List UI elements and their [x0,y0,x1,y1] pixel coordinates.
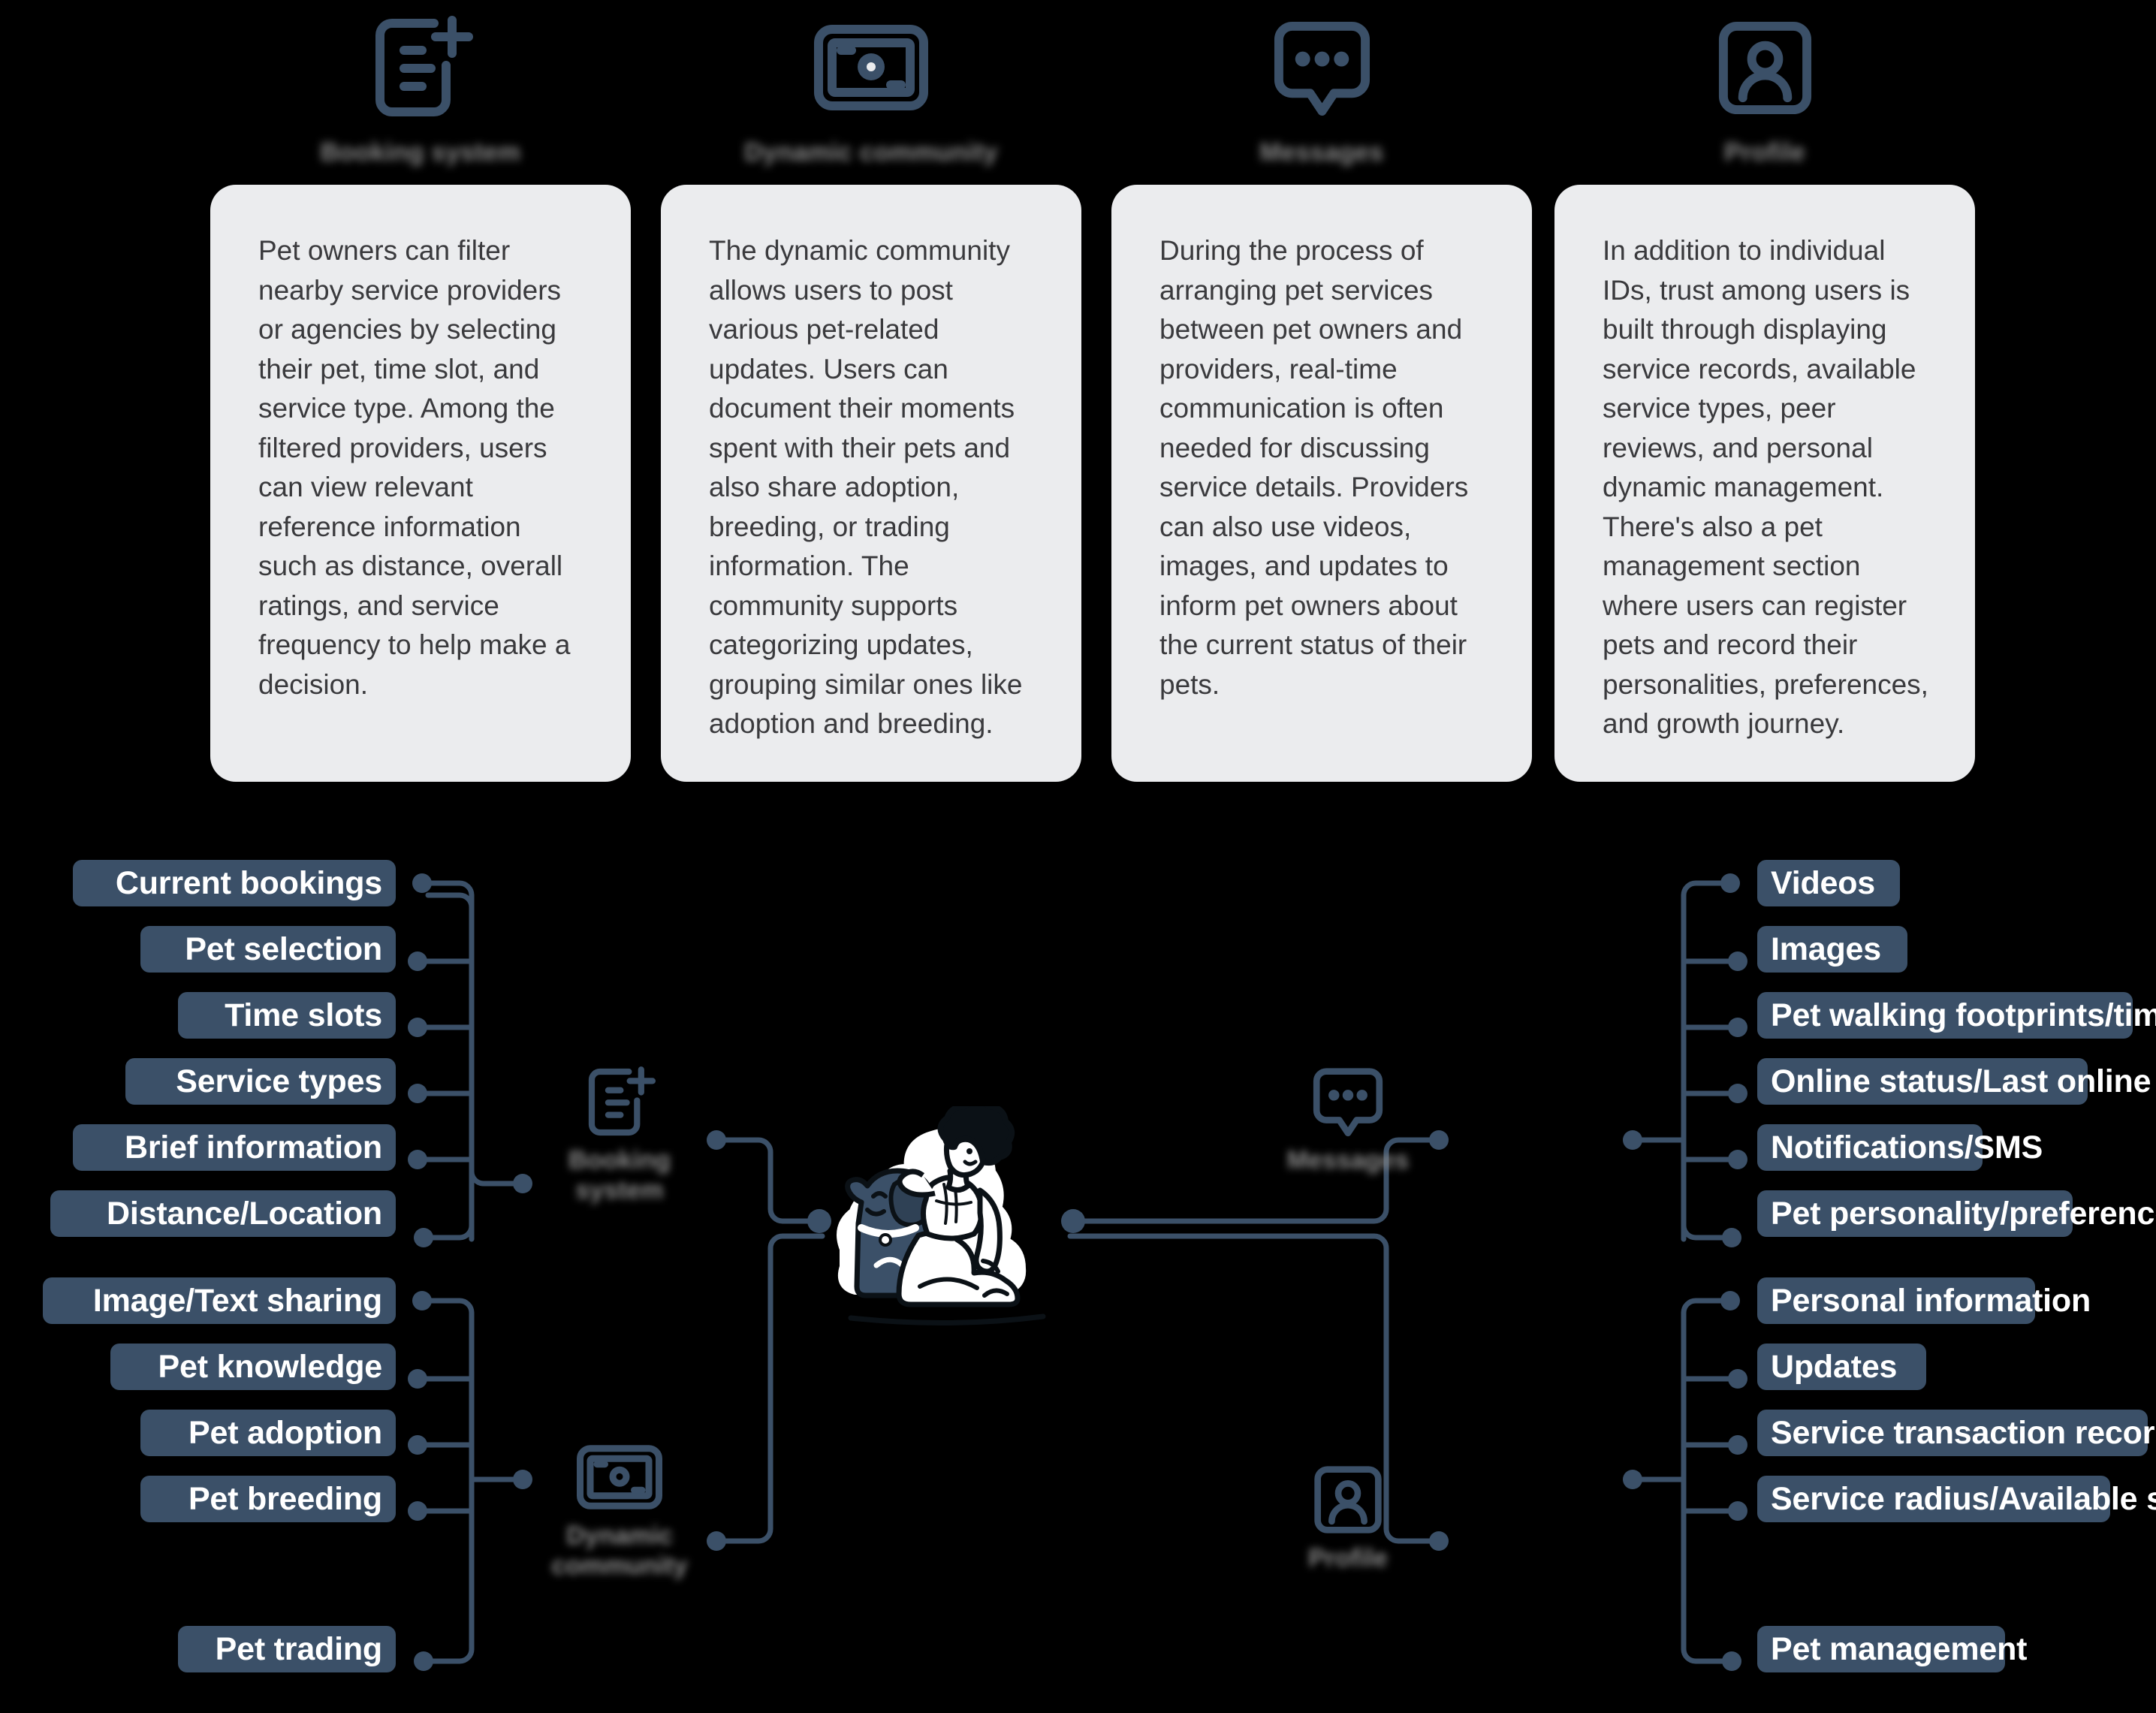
mindmap-section: Current bookings Pet selection Time slot… [0,819,2156,1713]
list-item[interactable]: Images [1757,926,1907,973]
mindmap-node-label: Booking system [568,1146,671,1205]
feature-card: The dynamic community allows users to po… [661,185,1081,782]
list-item[interactable]: Time slots [178,992,396,1039]
mindmap-node-dynamic-community[interactable]: Dynamic community [526,1438,713,1581]
feature-column-messages: Messages During the process of arranging… [1111,0,1532,782]
list-item[interactable]: Current bookings [73,860,396,906]
list-item[interactable]: Online status/Last online time [1757,1058,2156,1105]
list-item[interactable]: Pet breeding [140,1476,396,1522]
feature-column-booking-system: Booking system Pet owners can filter nea… [210,0,631,782]
feature-card: In addition to individual IDs, trust amo… [1554,185,1975,782]
mindmap-node-label: Dynamic community [551,1521,688,1580]
chat-bubble-icon [1254,1063,1442,1141]
list-item[interactable]: Service radius/Available service [1757,1476,2156,1522]
list-item[interactable]: Pet knowledge [110,1344,396,1390]
feature-card: During the process of arranging pet serv… [1111,185,1532,782]
media-card-icon [526,1438,713,1516]
feature-title: Profile [1724,138,1805,167]
media-card-icon [661,0,1081,135]
document-add-icon [526,1063,713,1141]
document-add-icon [210,0,631,135]
feature-body: Pet owners can filter nearby service pro… [258,235,571,700]
list-item[interactable]: Pet trading [178,1626,396,1672]
list-item[interactable]: Pet personality/preferences [1757,1190,2156,1237]
mindmap-node-label: Profile [1308,1544,1388,1573]
list-item[interactable]: Updates [1757,1344,1926,1390]
feature-card: Pet owners can filter nearby service pro… [210,185,631,782]
mindmap-node-profile[interactable]: Profile [1254,1461,1442,1573]
list-item[interactable]: Pet adoption [140,1410,396,1456]
feature-body: In addition to individual IDs, trust amo… [1603,235,1928,740]
mindmap-node-label: Messages [1286,1146,1410,1175]
list-item[interactable]: Image/Text sharing [43,1277,396,1324]
feature-title: Dynamic community [744,138,998,167]
feature-body: The dynamic community allows users to po… [709,235,1023,740]
feature-body: During the process of arranging pet serv… [1159,235,1469,700]
list-item[interactable]: Service transaction records/reviews [1757,1410,2156,1456]
mindmap-node-booking-system[interactable]: Booking system [526,1063,713,1205]
list-item[interactable]: Videos [1757,860,1900,906]
list-item[interactable]: Distance/Location [50,1190,396,1237]
list-item[interactable]: Notifications/SMS [1757,1124,2043,1171]
mindmap-node-messages[interactable]: Messages [1254,1063,1442,1175]
person-with-dog-illustration [822,1106,1070,1331]
list-item[interactable]: Service types [125,1058,396,1105]
list-item[interactable]: Pet selection [140,926,396,973]
profile-avatar-icon [1554,0,1975,135]
feature-title: Booking system [320,138,521,167]
list-item[interactable]: Brief information [73,1124,396,1171]
feature-title: Messages [1259,138,1384,167]
profile-avatar-icon [1254,1461,1442,1539]
list-item[interactable]: Personal information [1757,1277,2091,1324]
feature-column-dynamic-community: Dynamic community The dynamic community … [661,0,1081,782]
chat-bubble-icon [1111,0,1532,135]
feature-column-profile: Profile In addition to individual IDs, t… [1554,0,1975,782]
list-item[interactable]: Pet management [1757,1626,2028,1672]
list-item[interactable]: Pet walking footprints/timestamps [1757,992,2156,1039]
feature-cards-section: Booking system Pet owners can filter nea… [0,0,2156,807]
